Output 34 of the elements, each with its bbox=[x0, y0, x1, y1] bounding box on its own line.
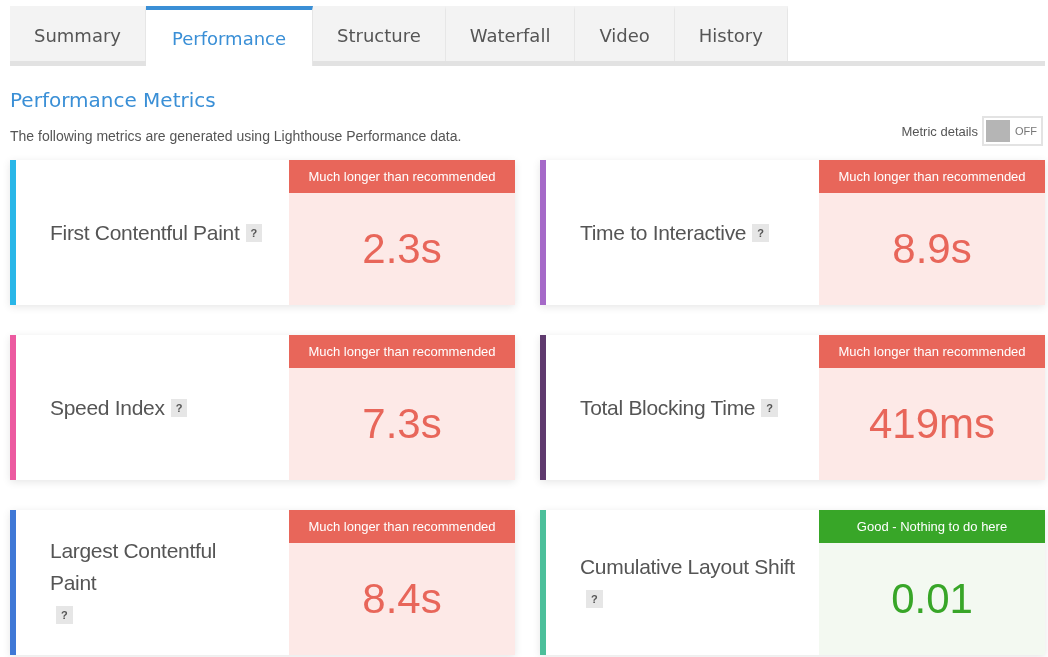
metric-value: 0.01 bbox=[890, 574, 974, 624]
metric-details-toggle[interactable]: OFF bbox=[982, 116, 1043, 146]
help-icon[interactable]: ? bbox=[761, 399, 778, 418]
metric-name: First Contentful Paint bbox=[50, 219, 240, 246]
tab[interactable]: Summary bbox=[10, 6, 146, 61]
metric-name: Largest Contentful Paint bbox=[50, 538, 218, 596]
metric-value: 2.3s bbox=[361, 224, 443, 274]
tab[interactable]: History bbox=[674, 6, 788, 61]
metric-value: 8.9s bbox=[891, 224, 973, 274]
tab[interactable]: Waterfall bbox=[445, 6, 576, 61]
metric-value: 419ms bbox=[867, 399, 997, 449]
metric-name: Speed Index bbox=[50, 394, 165, 421]
toggle-label: Metric details bbox=[901, 123, 978, 139]
tab[interactable]: Video bbox=[575, 6, 675, 61]
status-banner: Much longer than recommended bbox=[819, 335, 1045, 368]
metric-value: 7.3s bbox=[361, 399, 443, 449]
status-banner: Much longer than recommended bbox=[289, 335, 515, 368]
help-icon[interactable]: ? bbox=[170, 399, 188, 418]
help-icon[interactable]: ? bbox=[245, 224, 263, 243]
description: The following metrics are generated using Lighthouse Performance data. bbox=[10, 128, 462, 144]
tab[interactable]: Performance bbox=[146, 6, 314, 66]
status-banner: Much longer than recommended bbox=[819, 160, 1045, 193]
status-banner: Good - Nothing to do here bbox=[819, 510, 1045, 543]
metric-name: Time to Interactive bbox=[580, 219, 747, 246]
status-banner: Much longer than recommended bbox=[289, 510, 515, 543]
help-icon[interactable]: ? bbox=[752, 224, 769, 243]
section-title: Performance Metrics bbox=[10, 88, 217, 112]
tab[interactable]: Structure bbox=[313, 6, 446, 61]
metric-name: Cumulative Layout Shift bbox=[580, 553, 795, 580]
status-banner: Much longer than recommended bbox=[289, 160, 515, 193]
metric-value: 8.4s bbox=[361, 574, 443, 624]
help-icon[interactable]: ? bbox=[56, 606, 73, 624]
help-icon[interactable]: ? bbox=[586, 590, 603, 609]
metric-name: Total Blocking Time bbox=[580, 394, 756, 421]
